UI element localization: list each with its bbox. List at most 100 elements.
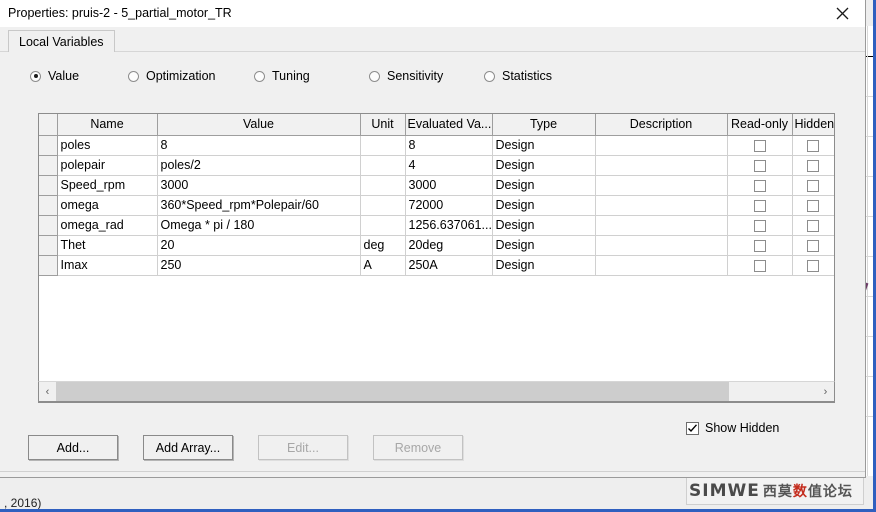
cell-type[interactable]: Design — [492, 175, 596, 196]
table-row[interactable]: polepair poles/2 4 Design — [39, 155, 834, 176]
cell-description[interactable] — [595, 195, 728, 216]
cell-description[interactable] — [595, 255, 728, 276]
readonly-checkbox[interactable] — [753, 239, 766, 252]
radio-tuning[interactable]: Tuning — [254, 69, 310, 83]
table-row[interactable]: Thet 20 deg 20deg Design — [39, 235, 834, 256]
variables-grid[interactable]: Name Value Unit Evaluated Va... Type Des… — [38, 113, 835, 403]
cell-readonly[interactable] — [727, 235, 793, 256]
cell-value[interactable]: Omega * pi / 180 — [157, 215, 361, 236]
cell-name[interactable]: omega — [57, 195, 158, 216]
cell-description[interactable] — [595, 135, 728, 156]
cell-unit[interactable]: deg — [360, 235, 406, 256]
show-hidden-checkbox[interactable]: Show Hidden — [686, 421, 779, 435]
tab-local-variables[interactable]: Local Variables — [8, 30, 115, 52]
cell-value[interactable]: poles/2 — [157, 155, 361, 176]
readonly-checkbox[interactable] — [753, 219, 766, 232]
cell-type[interactable]: Design — [492, 255, 596, 276]
readonly-checkbox[interactable] — [753, 179, 766, 192]
scroll-left-arrow-icon[interactable]: ‹ — [39, 382, 56, 401]
cell-name[interactable]: Imax — [57, 255, 158, 276]
hidden-checkbox[interactable] — [807, 139, 819, 152]
cell-value[interactable]: 20 — [157, 235, 361, 256]
cell-type[interactable]: Design — [492, 155, 596, 176]
cell-hidden[interactable] — [792, 155, 834, 176]
cell-hidden[interactable] — [792, 195, 834, 216]
column-header-readonly[interactable]: Read-only — [727, 114, 793, 136]
radio-value[interactable]: Value — [30, 69, 79, 83]
cell-hidden[interactable] — [792, 215, 834, 236]
column-header-name[interactable]: Name — [57, 114, 158, 136]
readonly-checkbox[interactable] — [753, 259, 766, 272]
cell-unit[interactable] — [360, 135, 406, 156]
column-header-hidden[interactable]: Hidden — [792, 114, 834, 136]
row-selector[interactable] — [39, 255, 58, 276]
add-button[interactable]: Add... — [28, 435, 118, 460]
cell-name[interactable]: Thet — [57, 235, 158, 256]
hidden-checkbox[interactable] — [807, 179, 819, 192]
row-selector[interactable] — [39, 175, 58, 196]
cell-name[interactable]: omega_rad — [57, 215, 158, 236]
horizontal-scrollbar[interactable]: ‹ › — [38, 381, 835, 402]
cell-value[interactable]: 250 — [157, 255, 361, 276]
table-row[interactable]: poles 8 8 Design — [39, 135, 834, 156]
cell-hidden[interactable] — [792, 235, 834, 256]
cell-unit[interactable] — [360, 195, 406, 216]
cell-type[interactable]: Design — [492, 135, 596, 156]
cell-name[interactable]: Speed_rpm — [57, 175, 158, 196]
row-selector[interactable] — [39, 155, 58, 176]
cell-type[interactable]: Design — [492, 235, 596, 256]
cell-hidden[interactable] — [792, 135, 834, 156]
hidden-checkbox[interactable] — [807, 239, 819, 252]
readonly-checkbox[interactable] — [753, 159, 766, 172]
scroll-right-arrow-icon[interactable]: › — [817, 382, 834, 401]
cell-readonly[interactable] — [727, 135, 793, 156]
cell-description[interactable] — [595, 235, 728, 256]
cell-unit[interactable] — [360, 175, 406, 196]
cell-hidden[interactable] — [792, 255, 834, 276]
radio-statistics[interactable]: Statistics — [484, 69, 552, 83]
hidden-checkbox[interactable] — [807, 199, 819, 212]
cell-description[interactable] — [595, 215, 728, 236]
table-row[interactable]: omega 360*Speed_rpm*Polepair/60 72000 De… — [39, 195, 834, 216]
cell-value[interactable]: 3000 — [157, 175, 361, 196]
row-selector[interactable] — [39, 195, 58, 216]
cell-readonly[interactable] — [727, 255, 793, 276]
radio-optimization[interactable]: Optimization — [128, 69, 215, 83]
close-button[interactable] — [819, 0, 865, 27]
add-array-button[interactable]: Add Array... — [143, 435, 233, 460]
cell-readonly[interactable] — [727, 155, 793, 176]
table-row[interactable]: Speed_rpm 3000 3000 Design — [39, 175, 834, 196]
cell-readonly[interactable] — [727, 175, 793, 196]
cell-unit[interactable]: A — [360, 255, 406, 276]
cell-readonly[interactable] — [727, 215, 793, 236]
scrollbar-thumb[interactable] — [56, 382, 730, 401]
readonly-checkbox[interactable] — [753, 139, 766, 152]
cell-description[interactable] — [595, 175, 728, 196]
cell-readonly[interactable] — [727, 195, 793, 216]
column-header-value[interactable]: Value — [157, 114, 361, 136]
cell-name[interactable]: polepair — [57, 155, 158, 176]
cell-type[interactable]: Design — [492, 215, 596, 236]
row-selector[interactable] — [39, 215, 58, 236]
column-header-type[interactable]: Type — [492, 114, 596, 136]
table-row[interactable]: omega_rad Omega * pi / 180 1256.637061..… — [39, 215, 834, 236]
hidden-checkbox[interactable] — [807, 259, 819, 272]
row-selector[interactable] — [39, 235, 58, 256]
cell-unit[interactable] — [360, 155, 406, 176]
radio-sensitivity[interactable]: Sensitivity — [369, 69, 443, 83]
readonly-checkbox[interactable] — [753, 199, 766, 212]
cell-type[interactable]: Design — [492, 195, 596, 216]
cell-value[interactable]: 8 — [157, 135, 361, 156]
cell-hidden[interactable] — [792, 175, 834, 196]
column-header-corner[interactable] — [39, 114, 58, 136]
table-row[interactable]: Imax 250 A 250A Design — [39, 255, 834, 276]
scrollbar-track[interactable] — [56, 382, 817, 401]
row-selector[interactable] — [39, 135, 58, 156]
cell-unit[interactable] — [360, 215, 406, 236]
hidden-checkbox[interactable] — [807, 219, 819, 232]
cell-name[interactable]: poles — [57, 135, 158, 156]
cell-value[interactable]: 360*Speed_rpm*Polepair/60 — [157, 195, 361, 216]
cell-description[interactable] — [595, 155, 728, 176]
column-header-unit[interactable]: Unit — [360, 114, 406, 136]
column-header-description[interactable]: Description — [595, 114, 728, 136]
